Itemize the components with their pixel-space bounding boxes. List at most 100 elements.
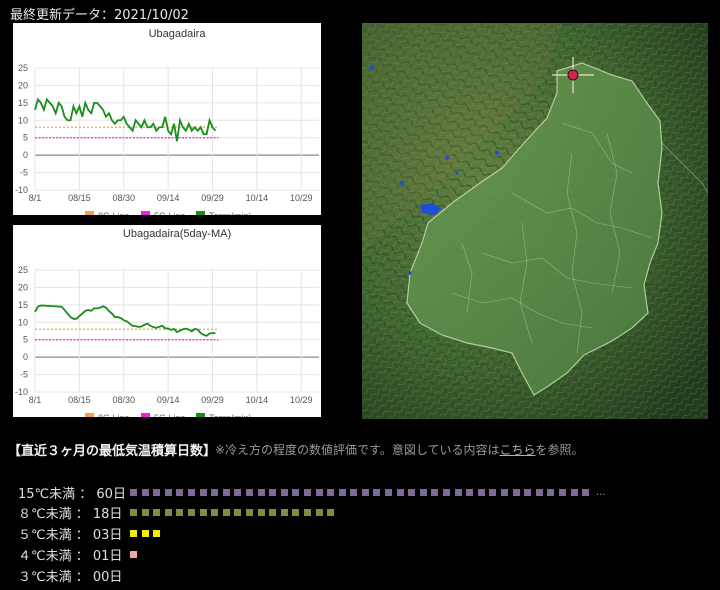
chart-ubagadaira: Ubagadaira 25 20 15 10 5 0 -5 -10 8/1 08/15 08/30 09… [13, 23, 321, 215]
y-tick-label: -5 [20, 370, 28, 380]
count-label: ５℃未満 ： 03日 [18, 527, 123, 543]
note-text-suffix: を参照。 [535, 443, 584, 457]
day-square [130, 529, 137, 537]
day-square [187, 508, 195, 516]
legend-swatch [196, 413, 205, 417]
day-square [419, 488, 427, 496]
day-square [187, 488, 195, 496]
y-tick-label: 0 [23, 352, 28, 362]
day-square [535, 488, 543, 496]
chart-ubagadaira-5day-ma: Ubagadaira(5day-MA) 25 20 15 10 5 0 -5 -10 8/1 08/… [13, 225, 321, 417]
x-tick-label: 09/29 [201, 395, 224, 405]
day-square [570, 488, 578, 496]
y-tick-label: 0 [23, 150, 28, 160]
y-tick-label: -5 [20, 168, 28, 178]
day-square [141, 529, 149, 537]
y-tick-label: 15 [18, 300, 28, 310]
day-square [292, 508, 300, 516]
day-square [454, 488, 462, 496]
day-square [176, 508, 184, 516]
count-squares [130, 529, 165, 537]
legend-swatch [141, 413, 150, 417]
day-square [130, 508, 137, 516]
y-tick-label: 10 [18, 317, 28, 327]
count-squares [130, 550, 142, 558]
day-square [350, 488, 358, 496]
day-square [176, 488, 184, 496]
day-square [431, 488, 439, 496]
day-square [408, 488, 416, 496]
day-square [466, 488, 474, 496]
y-tick-label: 20 [18, 282, 28, 292]
relief-map-image [362, 23, 708, 419]
day-square [211, 508, 219, 516]
day-square [315, 488, 323, 496]
day-square [222, 488, 230, 496]
day-square [257, 488, 265, 496]
day-square [153, 508, 161, 516]
day-square [489, 488, 497, 496]
day-square [373, 488, 381, 496]
x-tick-label: 10/14 [246, 395, 269, 405]
y-tick-label: 20 [18, 80, 28, 90]
day-square [512, 488, 520, 496]
legend-swatch [196, 211, 205, 215]
day-square [245, 488, 253, 496]
day-square [234, 508, 242, 516]
last-update-text: 最終更新データ：2021/10/02 [10, 8, 189, 23]
series-line-temp-min- [34, 304, 216, 337]
legend-swatch [141, 211, 150, 215]
day-square [234, 488, 242, 496]
day-square [338, 488, 346, 496]
chart-canvas: Ubagadaira(5day-MA) 25 20 15 10 5 0 -5 -108/1 08/… [15, 228, 319, 417]
x-tick-label: 10/29 [290, 395, 313, 405]
count-label: 15℃未満 ： 60日 [18, 486, 126, 502]
legend-label: 5C-Line [154, 211, 186, 215]
legend-label: 5C-Line [154, 413, 186, 417]
section-note: ※冷え方の程度の数値評価です。意図している内容はこちらを参照。 [215, 441, 584, 458]
day-square [443, 488, 451, 496]
day-square [361, 488, 369, 496]
day-square [199, 488, 207, 496]
legend-label: 8C-Line [98, 211, 130, 215]
day-square [501, 488, 508, 496]
y-tick-label: 5 [23, 133, 28, 143]
reference-link[interactable]: こちら [500, 443, 536, 457]
day-square [280, 488, 288, 496]
x-tick-label: 09/29 [201, 193, 224, 203]
count-label: ４℃未満 ： 01日 [18, 548, 123, 564]
day-square [245, 508, 253, 516]
day-square [211, 488, 219, 496]
y-tick-label: 10 [18, 115, 28, 125]
day-square [303, 488, 311, 496]
legend-label: Temp(min) [209, 413, 252, 417]
note-text: ※冷え方の程度の数値評価です。意図している内容は [215, 443, 500, 457]
day-square [280, 508, 288, 516]
relief-map[interactable] [362, 23, 708, 419]
y-tick-label: 25 [18, 63, 28, 73]
x-tick-label: 10/14 [246, 193, 269, 203]
day-square [269, 508, 277, 516]
day-square [257, 508, 265, 516]
day-square [164, 488, 172, 496]
count-row-3c: ３℃未満 ： 00日 [18, 566, 130, 585]
count-row-4c: ４℃未満 ： 01日 [18, 545, 142, 564]
day-square [477, 488, 485, 496]
chart-title: Ubagadaira(5day-MA) [123, 228, 231, 240]
ellipsis: … [595, 486, 606, 498]
day-square [199, 508, 207, 516]
count-row-8c: ８℃未満 ： 18日 [18, 503, 339, 522]
count-squares: … [130, 487, 606, 498]
count-label: ３℃未満 ： 00日 [18, 569, 123, 585]
x-tick-label: 08/30 [112, 395, 135, 405]
day-square [547, 488, 555, 496]
legend-label: Temp(min) [209, 211, 252, 215]
day-square [164, 508, 172, 516]
day-square [292, 488, 300, 496]
day-square [130, 550, 137, 558]
x-tick-label: 08/15 [68, 395, 91, 405]
y-tick-label: 25 [18, 265, 28, 275]
chart-title: Ubagadaira [149, 28, 207, 40]
legend-swatch [85, 211, 94, 215]
legend-swatch [85, 413, 94, 417]
